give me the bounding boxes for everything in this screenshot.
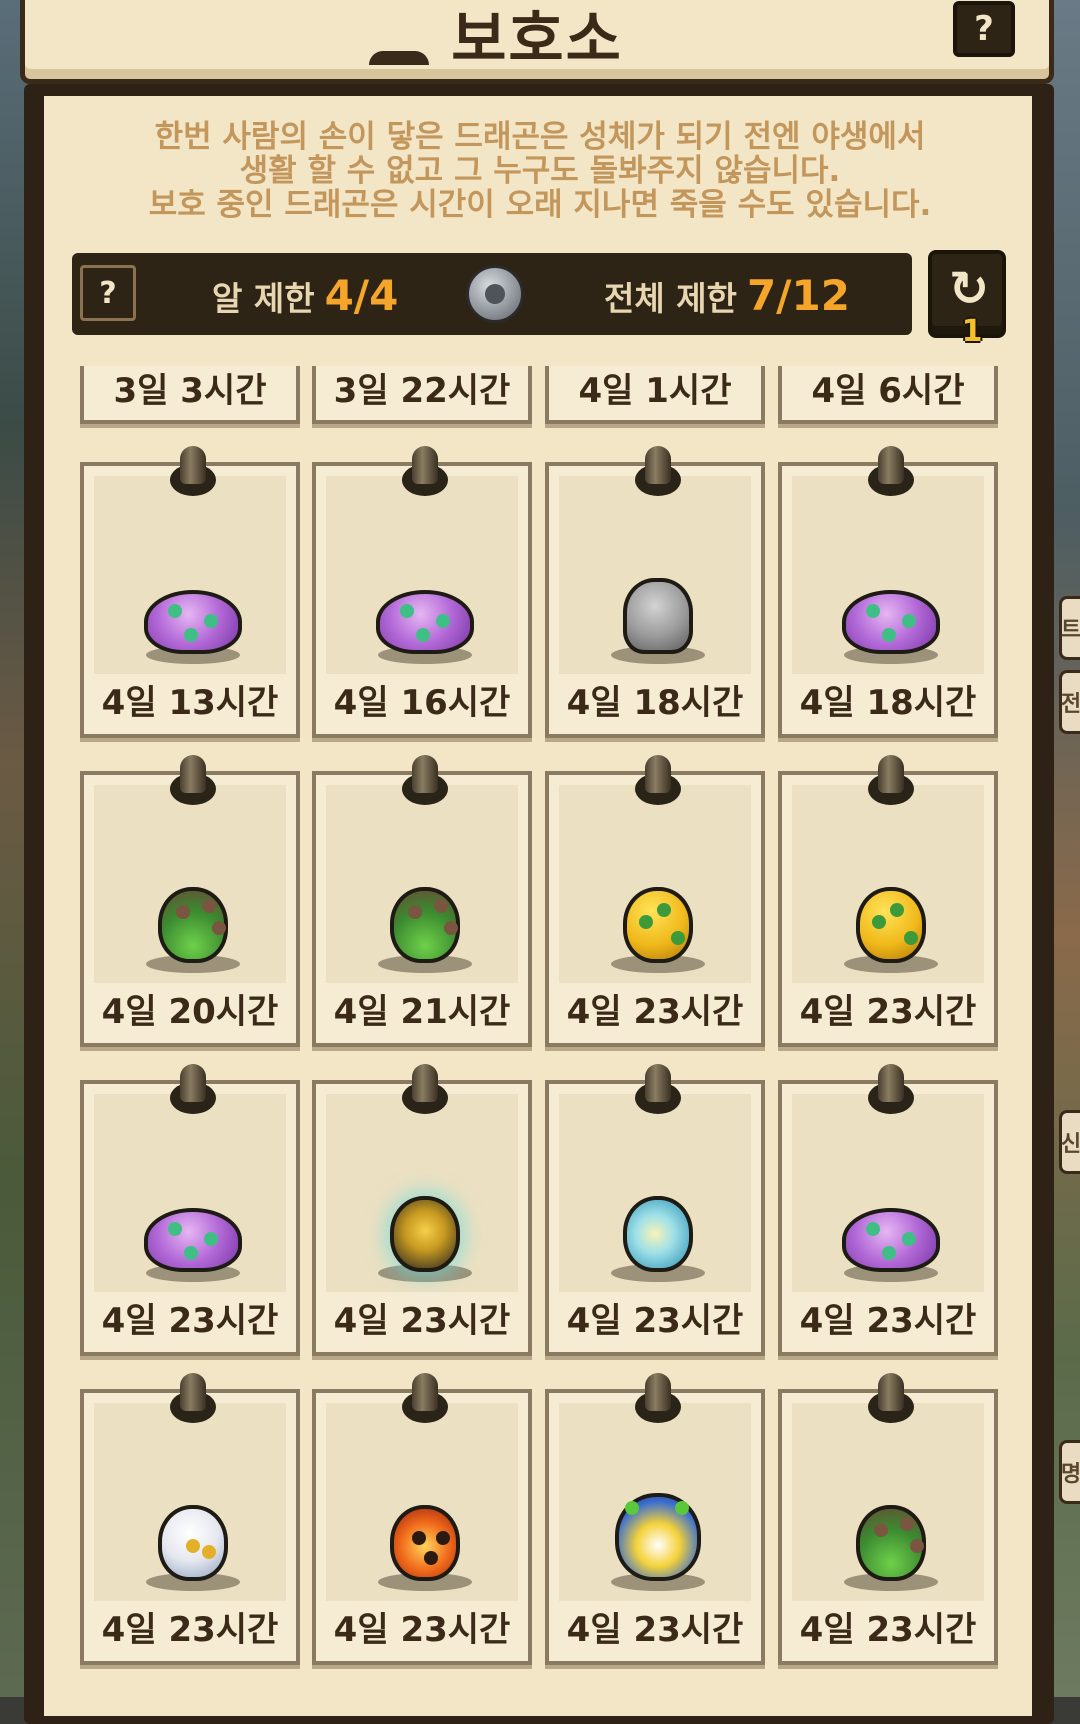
slot-card[interactable]: 3일 22시간 — [312, 366, 532, 424]
slot-card[interactable]: 4일 23시간 — [80, 1064, 300, 1356]
gold-egg-icon — [370, 1182, 480, 1282]
pin-icon — [170, 1373, 216, 1425]
description-line-3: 보호 중인 드래곤은 시간이 오래 지나면 죽을 수도 있습니다. — [148, 187, 932, 223]
slot-card[interactable]: 4일 23시간 — [778, 1373, 998, 1665]
total-limit: 전체 제한 7/12 — [604, 271, 850, 320]
slot-card[interactable]: 4일 23시간 — [545, 1064, 765, 1356]
pin-icon — [402, 755, 448, 807]
refresh-count: 1 — [961, 314, 983, 349]
pin-icon — [868, 1373, 914, 1425]
blue-egg-icon — [603, 1491, 713, 1591]
fire-egg-icon — [370, 1491, 480, 1591]
slot-time: 4일 18시간 — [799, 683, 977, 723]
gray-egg-icon — [603, 564, 713, 664]
green-egg-icon — [836, 1491, 946, 1591]
pin-icon — [635, 446, 681, 498]
ice-egg-icon — [603, 1182, 713, 1282]
limit-bar: ? 알 제한 4/4 전체 제한 7/12 — [72, 253, 912, 335]
slot-time: 4일 18시간 — [566, 683, 744, 723]
slot-time: 4일 23시간 — [799, 1301, 977, 1341]
slot-time: 4일 6시간 — [811, 371, 965, 411]
slot-time: 4일 23시간 — [101, 1610, 279, 1650]
slot-card[interactable]: 4일 23시간 — [545, 1373, 765, 1665]
pin-icon — [402, 1373, 448, 1425]
white-egg-icon — [138, 1491, 248, 1591]
header-help-button[interactable]: ? — [953, 1, 1015, 57]
egg-limit: 알 제한 4/4 — [212, 271, 398, 320]
side-tab-3[interactable]: 신 — [1059, 1110, 1080, 1174]
slot-card[interactable]: 4일 20시간 — [80, 755, 300, 1047]
egg-limit-value: 4/4 — [324, 271, 399, 320]
slot-time: 4일 23시간 — [333, 1610, 511, 1650]
pin-icon — [170, 755, 216, 807]
pin-icon — [170, 1064, 216, 1116]
slot-card[interactable]: 4일 21시간 — [312, 755, 532, 1047]
purple-egg-icon — [138, 564, 248, 664]
shelter-slot-grid: 3일 3시간 3일 22시간 4일 1시간 4일 6시간 4일 13시간 4일 1… — [70, 366, 1010, 1686]
slot-time: 3일 22시간 — [333, 371, 511, 411]
total-limit-label: 전체 제한 — [604, 279, 737, 318]
slot-time: 4일 16시간 — [333, 683, 511, 723]
pin-icon — [635, 1064, 681, 1116]
refresh-button[interactable]: ↻ 1 — [928, 250, 1006, 349]
slot-time: 4일 23시간 — [566, 1610, 744, 1650]
pin-icon — [402, 1064, 448, 1116]
refresh-icon: ↻ — [948, 261, 990, 317]
purple-egg-icon — [836, 1182, 946, 1282]
slot-card[interactable]: 4일 23시간 — [778, 1064, 998, 1356]
pin-icon — [635, 1373, 681, 1425]
slot-time: 4일 20시간 — [101, 992, 279, 1032]
shelter-description: 한번 사람의 손이 닿은 드래곤은 성체가 되기 전엔 야생에서 생활 할 수 … — [70, 120, 1010, 222]
pin-icon — [868, 446, 914, 498]
slot-time: 4일 1시간 — [578, 371, 732, 411]
slot-card[interactable]: 4일 18시간 — [545, 446, 765, 738]
silver-coin-icon — [466, 265, 524, 323]
slot-card[interactable]: 4일 23시간 — [778, 755, 998, 1047]
slot-time: 4일 23시간 — [799, 992, 977, 1032]
description-line-1: 한번 사람의 손이 닿은 드래곤은 성체가 되기 전엔 야생에서 — [154, 119, 926, 155]
side-tab-2[interactable]: 전 — [1059, 670, 1080, 734]
slot-card[interactable]: 4일 23시간 — [80, 1373, 300, 1665]
slot-card[interactable]: 3일 3시간 — [80, 366, 300, 424]
yellow-egg-icon — [603, 873, 713, 973]
slot-card[interactable]: 4일 13시간 — [80, 446, 300, 738]
slot-card[interactable]: 4일 23시간 — [312, 1373, 532, 1665]
yellow-egg-icon — [836, 873, 946, 973]
slot-card[interactable]: 4일 23시간 — [312, 1064, 532, 1356]
pin-icon — [868, 755, 914, 807]
green-egg-icon — [370, 873, 480, 973]
slot-time: 3일 3시간 — [113, 371, 267, 411]
header-notch — [369, 51, 429, 65]
slot-card[interactable]: 4일 6시간 — [778, 366, 998, 424]
slot-time: 4일 23시간 — [566, 992, 744, 1032]
slot-time: 4일 23시간 — [333, 1301, 511, 1341]
purple-egg-icon — [138, 1182, 248, 1282]
side-tab-1[interactable]: 트 — [1059, 596, 1080, 660]
slot-time: 4일 23시간 — [799, 1610, 977, 1650]
purple-egg-icon — [836, 564, 946, 664]
purple-egg-icon — [370, 564, 480, 664]
page-title: 보호소 — [451, 5, 623, 75]
pin-icon — [868, 1064, 914, 1116]
total-limit-value: 7/12 — [746, 271, 850, 320]
slot-time: 4일 23시간 — [566, 1301, 744, 1341]
description-line-2: 생활 할 수 없고 그 누구도 돌봐주지 않습니다. — [239, 153, 841, 189]
limit-help-button[interactable]: ? — [80, 265, 136, 321]
slot-card[interactable]: 4일 16시간 — [312, 446, 532, 738]
slot-card[interactable]: 4일 1시간 — [545, 366, 765, 424]
slot-card[interactable]: 4일 18시간 — [778, 446, 998, 738]
header-bar: 보호소 ? — [20, 0, 1054, 84]
slot-time: 4일 23시간 — [101, 1301, 279, 1341]
slot-time: 4일 21시간 — [333, 992, 511, 1032]
egg-limit-label: 알 제한 — [212, 279, 315, 318]
slot-time: 4일 13시간 — [101, 683, 279, 723]
green-egg-icon — [138, 873, 248, 973]
pin-icon — [635, 755, 681, 807]
slot-card[interactable]: 4일 23시간 — [545, 755, 765, 1047]
pin-icon — [402, 446, 448, 498]
side-tab-4[interactable]: 명 — [1059, 1440, 1080, 1504]
pin-icon — [170, 446, 216, 498]
